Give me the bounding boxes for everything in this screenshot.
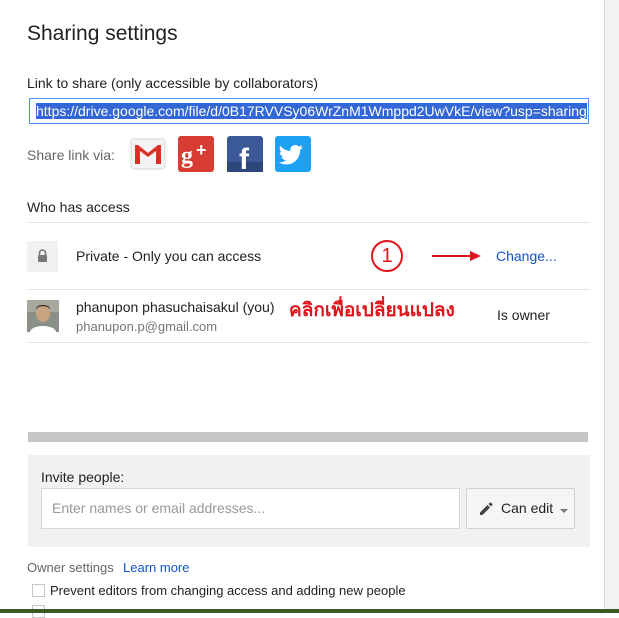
owner-role: Is owner: [497, 307, 550, 323]
annotation-text: คลิกเพื่อเปลี่ยนแปลง: [289, 300, 455, 321]
pencil-icon: [480, 502, 493, 515]
invite-people-input[interactable]: Enter names or email addresses...: [41, 488, 460, 529]
divider: [27, 222, 590, 223]
gmail-icon[interactable]: [130, 136, 166, 172]
dialog-title: Sharing settings: [27, 22, 178, 45]
svg-text:g: g: [181, 143, 193, 169]
share-link-value: https://drive.google.com/file/d/0B17RVVS…: [36, 103, 587, 119]
owner-name: phanupon phasuchaisakul (you): [76, 299, 275, 315]
facebook-icon[interactable]: f: [227, 136, 263, 176]
arrow-right-icon: [432, 249, 482, 268]
prevent-editors-checkbox[interactable]: [32, 584, 45, 597]
svg-text:+: +: [196, 140, 207, 160]
google-plus-icon[interactable]: g +: [178, 136, 214, 172]
chevron-down-icon: [560, 509, 568, 513]
divider: [27, 289, 590, 290]
scrollbar[interactable]: [604, 0, 619, 613]
invite-people-label: Invite people:: [41, 469, 125, 485]
avatar: [27, 300, 59, 332]
separator-bar: [28, 432, 588, 442]
svg-text:f: f: [239, 143, 250, 172]
owner-email: phanupon.p@gmail.com: [76, 319, 218, 334]
access-level-label: Private - Only you can access: [76, 248, 262, 264]
who-has-access-heading: Who has access: [27, 199, 130, 215]
lock-icon: [27, 241, 58, 272]
annotation-number: 1: [371, 240, 403, 272]
divider: [27, 342, 590, 343]
bottom-edge: [0, 609, 619, 613]
twitter-icon[interactable]: [275, 136, 311, 172]
change-access-link[interactable]: Change...: [496, 248, 557, 264]
learn-more-link[interactable]: Learn more: [123, 560, 189, 575]
owner-settings-label: Owner settings: [27, 560, 114, 575]
share-link-field[interactable]: https://drive.google.com/file/d/0B17RVVS…: [29, 98, 589, 124]
link-to-share-label: Link to share (only accessible by collab…: [27, 75, 319, 91]
permission-label: Can edit: [501, 500, 554, 516]
prevent-editors-label: Prevent editors from changing access and…: [50, 583, 406, 598]
permission-dropdown[interactable]: Can edit: [466, 488, 575, 529]
share-via-label: Share link via:: [27, 147, 115, 163]
